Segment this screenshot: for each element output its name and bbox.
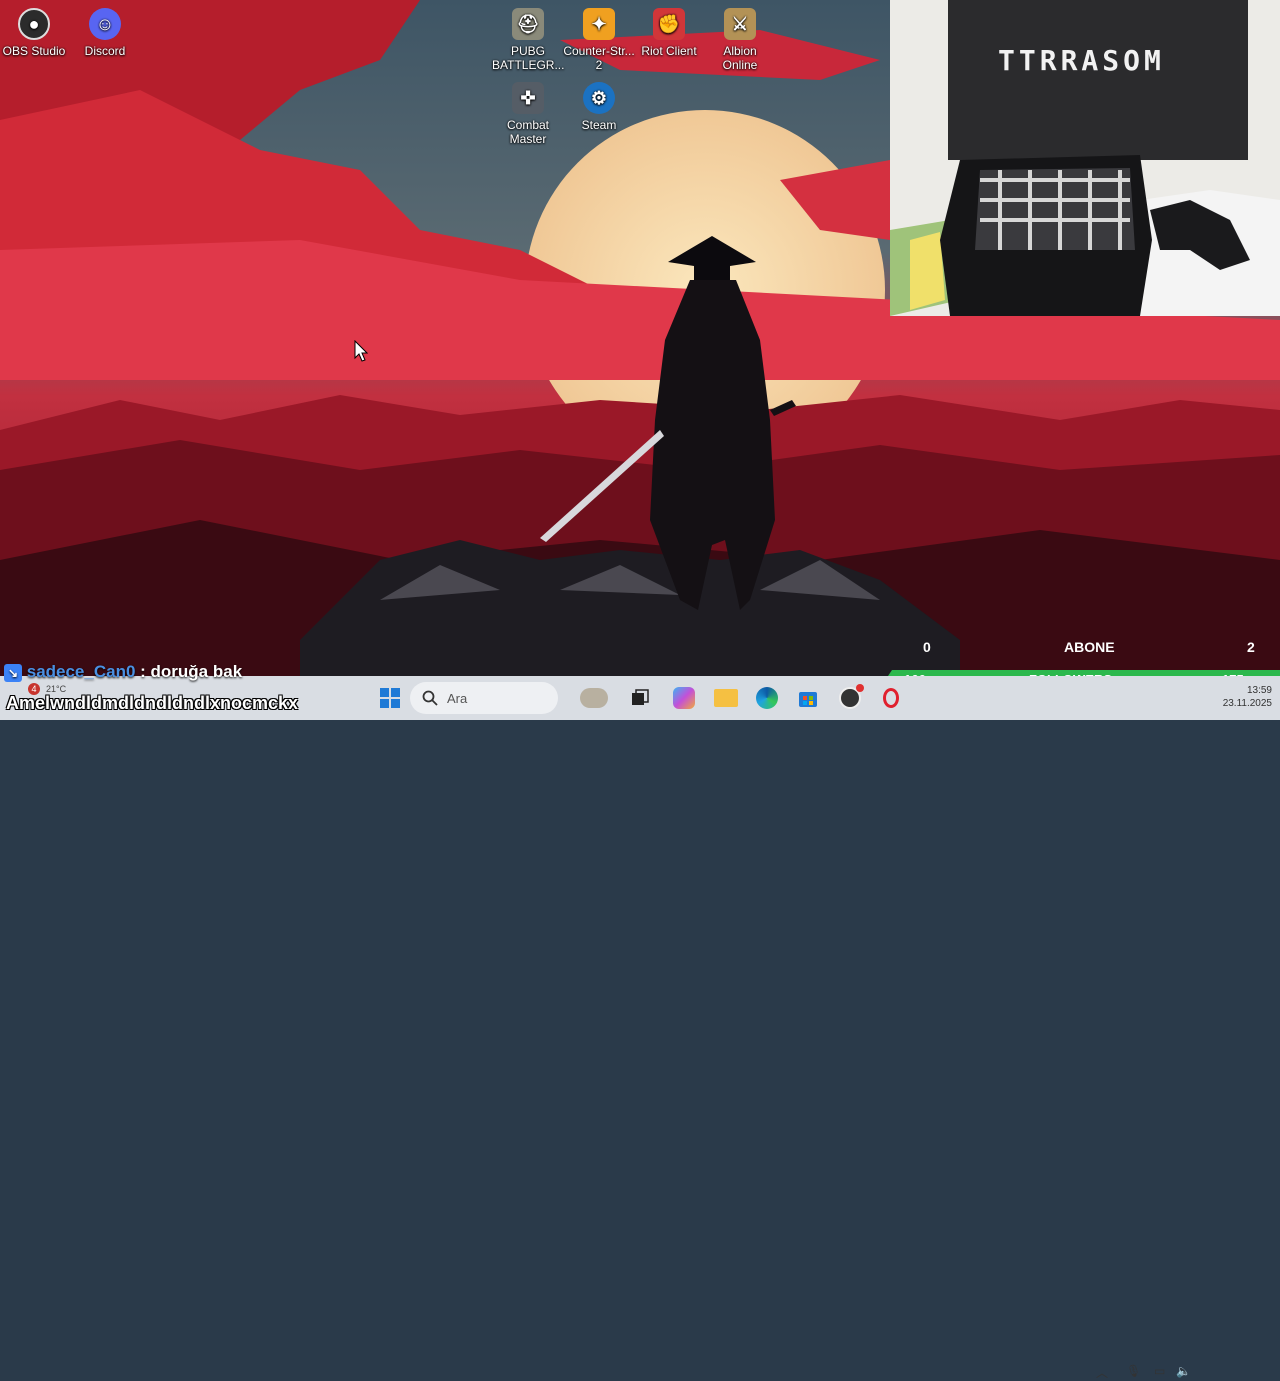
albion-icon: ⚔ [724, 8, 756, 40]
subscriber-goal: 2 [1247, 639, 1255, 655]
task-view-button[interactable] [626, 684, 654, 712]
chat-message: ↘ sadece_Can0 : doruğa bak [4, 662, 242, 682]
desktop-icon-riot-client[interactable]: ✊ Riot Client [633, 4, 705, 58]
mouse-cursor-icon [354, 340, 368, 362]
desktop-icon-label: Combat [506, 118, 550, 132]
chat-username: sadece_Can0 [26, 662, 136, 681]
notification-dot [856, 684, 864, 692]
discord-icon: ☺ [89, 8, 121, 40]
opera-icon [883, 688, 899, 708]
desktop-icon-label: Counter-Str... [563, 44, 635, 58]
microphone-icon[interactable]: 🎙 [1126, 1364, 1141, 1378]
store-button[interactable] [794, 684, 822, 712]
steam-icon: ⚙ [583, 82, 615, 114]
desktop-icon-label: OBS Studio [2, 44, 66, 58]
store-icon [799, 692, 817, 707]
desktop-icon-obs-studio[interactable]: ● OBS Studio [0, 4, 70, 58]
desktop-icon-label: Discord [84, 44, 126, 58]
desktop-icon-discord[interactable]: ☺ Discord [69, 4, 141, 58]
desktop-icon-albion-online[interactable]: ⚔ Albion Online [704, 4, 776, 72]
desktop-icon-label: PUBG [510, 44, 545, 58]
obs-icon [839, 684, 864, 709]
subscriber-goal-overlay: 0 ABONE 2 [890, 636, 1280, 658]
desktop-icon-pubg[interactable]: ⛑ PUBG BATTLEGR... [492, 4, 564, 72]
clock-date: 23.11.2025 [1222, 698, 1272, 709]
tray-overflow-icon[interactable]: ︿ [1096, 1364, 1108, 1381]
desktop-icon-label: Master [509, 132, 547, 146]
widgets-icon [580, 688, 608, 708]
desktop-icon-combat-master[interactable]: ✜ Combat Master [492, 78, 564, 146]
copilot-button[interactable] [670, 684, 698, 712]
chat-ticker: Amelwndldmdldndldndlxnocmckx [6, 693, 299, 713]
desktop-icon-steam[interactable]: ⚙ Steam [563, 78, 635, 132]
network-icon[interactable]: ▭ [1154, 1364, 1165, 1378]
desktop-icon-label: Steam [581, 118, 617, 132]
desktop-icon-label: BATTLEGR... [492, 58, 565, 72]
desktop-icon-label: Albion [723, 44, 757, 58]
desktop-icon-label: Riot Client [641, 44, 697, 58]
subscriber-current: 0 [923, 639, 931, 655]
clock-time: 13:59 [1246, 685, 1272, 696]
desktop-icon-label: 2 [595, 58, 603, 72]
volume-icon[interactable]: 🔈 [1176, 1364, 1191, 1378]
riot-icon: ✊ [653, 8, 685, 40]
folder-icon [714, 689, 738, 707]
subscriber-label: ABONE [1064, 639, 1115, 655]
desktop-icon-counter-strike-2[interactable]: ✦ Counter-Str... 2 [563, 4, 635, 72]
task-view-icon [632, 689, 649, 705]
chat-text: doruğa bak [150, 662, 243, 681]
combat-master-icon: ✜ [512, 82, 544, 114]
obs-taskbar-button[interactable] [836, 684, 864, 712]
edge-button[interactable] [753, 684, 781, 712]
webcam-feed: TTRRASOM [890, 0, 1280, 316]
file-explorer-button[interactable] [712, 684, 740, 712]
chat-separator: : [135, 662, 151, 681]
widgets-button[interactable] [578, 684, 610, 712]
copilot-icon [673, 687, 695, 709]
chat-overlay: ↘ sadece_Can0 : doruğa bak Amelwndldmdld… [4, 660, 504, 720]
pubg-icon: ⛑ [512, 8, 544, 40]
edge-icon [756, 687, 778, 709]
webcam-banner-text: TTRRASOM [998, 44, 1165, 77]
obs-icon: ● [18, 8, 50, 40]
kick-icon: ↘ [4, 663, 22, 682]
desktop-icon-label: Online [722, 58, 758, 72]
clock[interactable]: 13:59 23.11.2025 [1200, 684, 1272, 710]
cs2-icon: ✦ [583, 8, 615, 40]
opera-button[interactable] [877, 684, 905, 712]
